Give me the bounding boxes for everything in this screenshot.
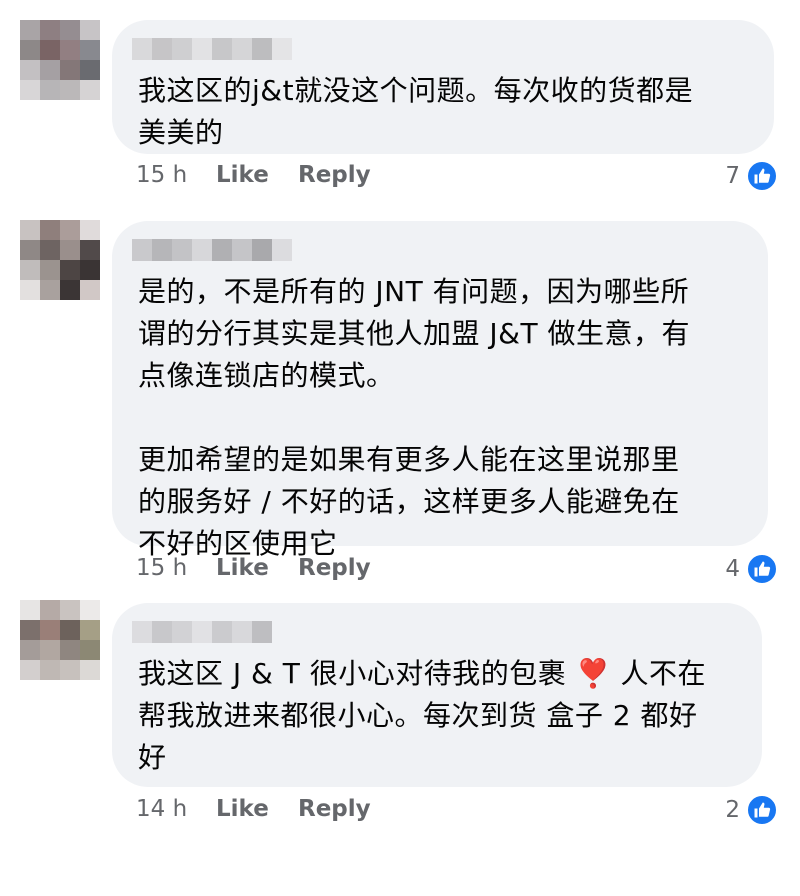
like-button[interactable]: Like — [216, 555, 298, 581]
comment-text: 是的，不是所有的 JNT 有问题，因为哪些所 谓的分行其实是其他人加盟 J&T … — [138, 275, 690, 560]
thumbs-up-icon — [746, 160, 778, 192]
reply-button[interactable]: Reply — [298, 162, 371, 188]
avatar-blurred[interactable] — [20, 600, 100, 680]
reaction-count: 7 — [725, 163, 740, 189]
avatar-blurred[interactable] — [20, 20, 100, 100]
reaction-summary[interactable]: 7 — [725, 160, 778, 192]
like-button[interactable]: Like — [216, 796, 298, 822]
reaction-count: 2 — [725, 797, 740, 823]
reply-button[interactable]: Reply — [298, 796, 371, 822]
author-name-blurred[interactable] — [132, 621, 272, 643]
thumbs-up-icon — [746, 553, 778, 585]
author-name-blurred[interactable] — [132, 239, 292, 261]
comment-actions: 15 h Like Reply — [136, 162, 371, 188]
comment-bubble: 我这区 J & T 很小心对待我的包裹 ❣️ 人不在 帮我放进来都很小心。每次到… — [112, 603, 762, 787]
comment-actions: 14 h Like Reply — [136, 796, 371, 822]
comment-bubble: 是的，不是所有的 JNT 有问题，因为哪些所 谓的分行其实是其他人加盟 J&T … — [112, 221, 768, 560]
comment-actions: 15 h Like Reply — [136, 555, 371, 581]
avatar-blurred[interactable] — [20, 220, 100, 300]
comment-text: 我这区 J & T 很小心对待我的包裹 ❣️ 人不在 帮我放进来都很小心。每次到… — [138, 657, 706, 774]
reaction-summary[interactable]: 2 — [725, 794, 778, 826]
reaction-summary[interactable]: 4 — [725, 553, 778, 585]
like-button[interactable]: Like — [216, 162, 298, 188]
author-name-blurred[interactable] — [132, 38, 292, 60]
reply-button[interactable]: Reply — [298, 555, 371, 581]
timestamp[interactable]: 15 h — [136, 555, 216, 581]
reaction-count: 4 — [725, 556, 740, 582]
comment-text: 我这区的j&t就没这个问题。每次收的货都是 美美的 — [138, 74, 694, 149]
timestamp[interactable]: 15 h — [136, 162, 216, 188]
timestamp[interactable]: 14 h — [136, 796, 216, 822]
thumbs-up-icon — [746, 794, 778, 826]
comment-bubble: 我这区的j&t就没这个问题。每次收的货都是 美美的 — [112, 20, 774, 154]
